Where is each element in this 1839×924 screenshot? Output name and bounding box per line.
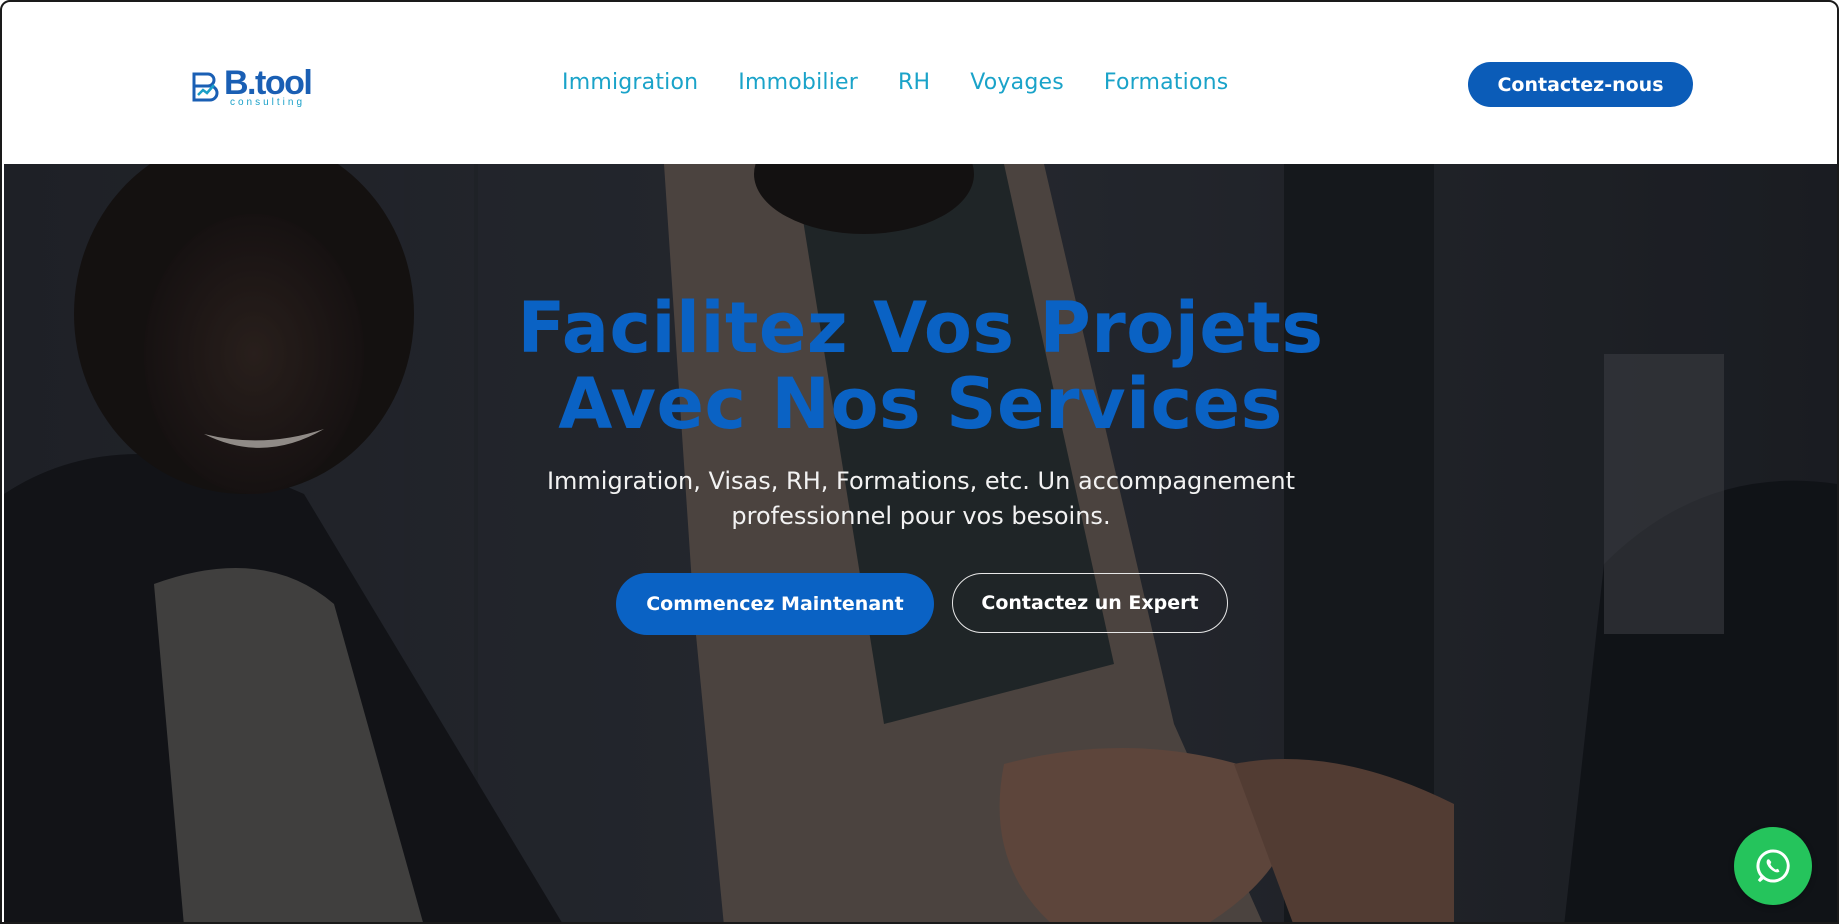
whatsapp-icon [1756,849,1790,883]
browser-window: B.tool consulting Immigration Immobilier… [0,0,1839,924]
nav-link-voyages[interactable]: Voyages [970,70,1064,95]
hero-title: Facilitez Vos Projets Avec Nos Services [4,290,1837,442]
whatsapp-chat-button[interactable] [1734,827,1812,905]
logo-icon [192,72,219,102]
nav-link-rh[interactable]: RH [898,70,930,95]
nav-link-immigration[interactable]: Immigration [562,70,698,95]
hero-overlay [4,164,1837,922]
contact-expert-button[interactable]: Contactez un Expert [952,573,1228,633]
logo-wordmark: B.tool [224,64,313,102]
main-nav: Immigration Immobilier RH Voyages Format… [562,70,1268,95]
brand-logo[interactable]: B.tool consulting [190,64,313,108]
hero-section: Facilitez Vos Projets Avec Nos Services … [4,164,1837,922]
hero-title-line-2: Avec Nos Services [558,363,1283,445]
nav-link-formations[interactable]: Formations [1104,70,1229,95]
get-started-button[interactable]: Commencez Maintenant [616,573,934,635]
nav-link-immobilier[interactable]: Immobilier [738,70,858,95]
site-header: B.tool consulting Immigration Immobilier… [4,4,1837,164]
hero-title-line-1: Facilitez Vos Projets [517,287,1324,369]
hero-subtitle: Immigration, Visas, RH, Formations, etc.… [546,467,1296,530]
logo-subtitle: consulting [230,97,306,108]
contact-us-button[interactable]: Contactez-nous [1468,62,1693,107]
